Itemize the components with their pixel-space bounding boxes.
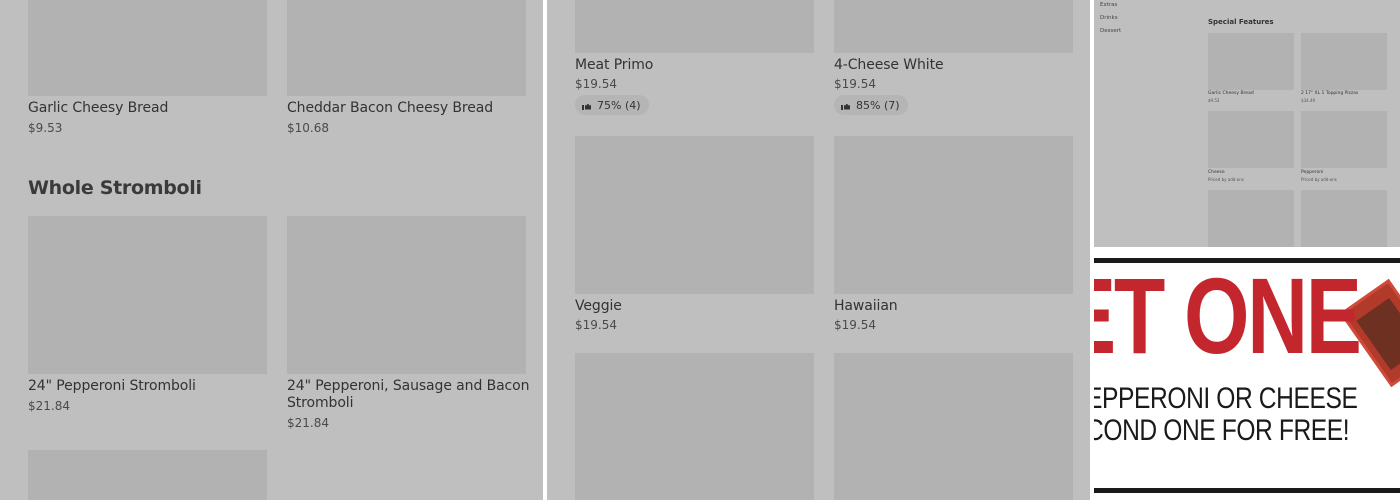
item-name[interactable]: Cheddar Bacon Cheesy Bread bbox=[287, 100, 493, 117]
item-price: $19.54 bbox=[834, 77, 876, 91]
menu-panel-thumbnail: Extras Drinks Dessert Special Features G… bbox=[1094, 0, 1400, 247]
item-name[interactable]: Hawaiian bbox=[834, 298, 898, 315]
thumbs-up-icon bbox=[841, 101, 850, 110]
promo-banner[interactable]: ET ONE EPPERONI OR CHEESE COND ONE FOR F… bbox=[1094, 248, 1400, 500]
menu-panel-middle: Meat Primo $19.54 75% (4) 4-Cheese White… bbox=[547, 0, 1090, 500]
promo-line-1: EPPERONI OR CHEESE bbox=[1094, 382, 1358, 415]
promo-headline: ET ONE bbox=[1094, 255, 1362, 376]
item-image-placeholder[interactable] bbox=[834, 0, 1073, 53]
item-name[interactable]: 2 17" XL 1 Topping Pizzas bbox=[1301, 91, 1358, 96]
section-title: Whole Stromboli bbox=[28, 177, 202, 199]
item-image-placeholder[interactable] bbox=[1208, 111, 1294, 168]
item-image-placeholder[interactable] bbox=[1208, 190, 1294, 247]
item-price: $19.54 bbox=[575, 318, 617, 332]
section-title: Special Features bbox=[1208, 18, 1274, 26]
item-price: $9.53 bbox=[28, 121, 63, 135]
item-image-placeholder[interactable] bbox=[287, 0, 526, 96]
item-name[interactable]: Cheese bbox=[1208, 170, 1225, 175]
item-price: $10.68 bbox=[287, 121, 329, 135]
nav-item-drinks[interactable]: Drinks bbox=[1100, 15, 1118, 21]
rating-text: 85% (7) bbox=[856, 98, 900, 112]
item-image-placeholder[interactable] bbox=[575, 353, 814, 500]
item-image-placeholder[interactable] bbox=[1301, 33, 1387, 90]
item-subtext: Priced by add-ons bbox=[1301, 177, 1337, 182]
menu-panel-left: Garlic Cheesy Bread $9.53 Cheddar Bacon … bbox=[0, 0, 543, 500]
item-name[interactable]: Meat Primo bbox=[575, 57, 653, 74]
rating-badge: 85% (7) bbox=[834, 95, 908, 115]
item-name[interactable]: 24" Pepperoni Stromboli bbox=[28, 378, 196, 395]
item-price: $34.49 bbox=[1301, 98, 1315, 103]
item-name[interactable]: Veggie bbox=[575, 298, 622, 315]
item-image-placeholder[interactable] bbox=[575, 0, 814, 53]
item-name[interactable]: Pepperoni bbox=[1301, 170, 1323, 175]
thumbs-up-icon bbox=[582, 101, 591, 110]
item-image-placeholder[interactable] bbox=[834, 353, 1073, 500]
banner-bottom-stripe bbox=[1094, 488, 1400, 493]
item-name-line2[interactable]: Stromboli bbox=[287, 395, 353, 412]
item-price: $19.54 bbox=[834, 318, 876, 332]
item-image-placeholder[interactable] bbox=[28, 216, 267, 374]
rating-text: 75% (4) bbox=[597, 98, 641, 112]
item-image-placeholder[interactable] bbox=[575, 136, 814, 294]
item-name[interactable]: 4-Cheese White bbox=[834, 57, 944, 74]
nav-item-dessert[interactable]: Dessert bbox=[1100, 28, 1121, 34]
promo-line-2: COND ONE FOR FREE! bbox=[1094, 414, 1350, 447]
item-image-placeholder[interactable] bbox=[1208, 33, 1294, 90]
item-image-placeholder[interactable] bbox=[834, 136, 1073, 294]
nav-item-extras[interactable]: Extras bbox=[1100, 2, 1117, 8]
item-name[interactable]: Garlic Cheesy Bread bbox=[28, 100, 168, 117]
item-price: $9.53 bbox=[1208, 98, 1220, 103]
item-name[interactable]: Garlic Cheesy Bread bbox=[1208, 91, 1254, 96]
item-name[interactable]: 24" Pepperoni, Sausage and Bacon bbox=[287, 378, 530, 395]
item-image-placeholder[interactable] bbox=[1301, 190, 1387, 247]
item-image-placeholder[interactable] bbox=[28, 0, 267, 96]
item-image-placeholder[interactable] bbox=[287, 216, 526, 374]
item-subtext: Priced by add-ons bbox=[1208, 177, 1244, 182]
rating-badge: 75% (4) bbox=[575, 95, 649, 115]
item-price: $21.84 bbox=[28, 399, 70, 413]
item-price: $19.54 bbox=[575, 77, 617, 91]
item-price: $21.84 bbox=[287, 416, 329, 430]
item-image-placeholder[interactable] bbox=[28, 450, 267, 500]
item-image-placeholder[interactable] bbox=[1301, 111, 1387, 168]
